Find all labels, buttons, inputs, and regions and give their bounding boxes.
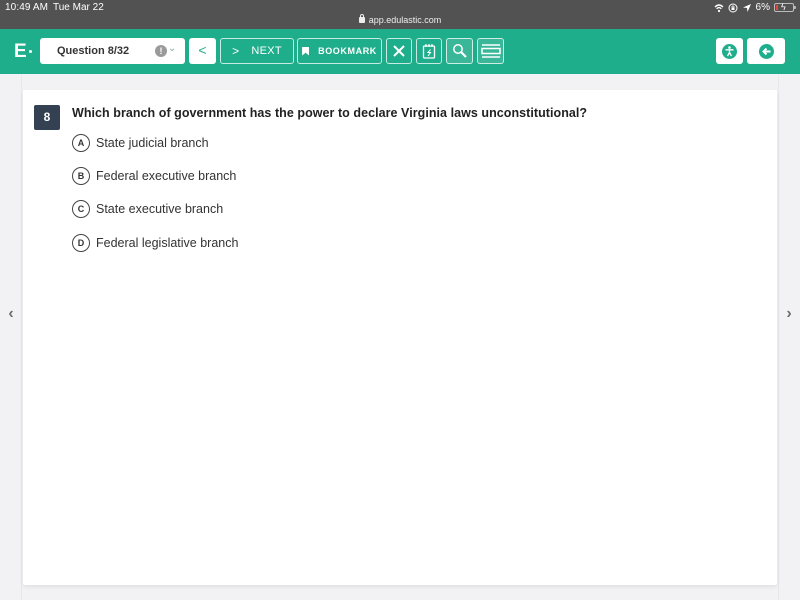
next-page-strip[interactable] xyxy=(778,74,800,600)
accessibility-icon xyxy=(722,43,737,59)
option-text: State executive branch xyxy=(96,202,224,216)
chevron-down-icon: ⌄ xyxy=(168,43,177,54)
option-text: Federal executive branch xyxy=(96,169,237,183)
close-icon xyxy=(393,45,405,57)
chevron-left-icon: < xyxy=(198,42,207,58)
magnifier-button[interactable] xyxy=(446,38,473,64)
lock-icon xyxy=(358,14,365,23)
option-letter-bubble[interactable]: A xyxy=(72,134,90,152)
location-icon xyxy=(742,3,751,12)
clock-time: 10:49 AM xyxy=(5,2,49,13)
battery-percent: 6% xyxy=(755,2,770,13)
edulastic-logo: E xyxy=(14,41,27,62)
answer-option-a[interactable]: A State judicial branch xyxy=(72,134,209,152)
notepad-icon xyxy=(422,44,436,59)
answer-option-c[interactable]: C State executive branch xyxy=(72,200,223,218)
option-text: Federal legislative branch xyxy=(96,236,239,250)
chevron-left-icon[interactable]: ‹ xyxy=(5,305,17,323)
chevron-right-icon[interactable]: › xyxy=(783,305,795,323)
ios-status-bar: 10:49 AM Tue Mar 22 app.edulastic.com 6%… xyxy=(0,0,800,29)
bookmark-label: BOOKMARK xyxy=(318,46,377,56)
exit-arrow-icon xyxy=(758,43,774,59)
calculator-button[interactable] xyxy=(416,38,442,64)
question-number-badge: 8 xyxy=(34,105,60,130)
option-letter-bubble[interactable]: D xyxy=(72,234,90,252)
bookmark-button[interactable]: BOOKMARK xyxy=(297,38,382,64)
exit-test-button[interactable] xyxy=(747,38,785,64)
previous-question-button[interactable]: < xyxy=(189,38,216,64)
question-select-dropdown[interactable]: Question 8/32 ! ⌄ xyxy=(40,38,185,64)
chevron-right-icon: > xyxy=(232,44,240,58)
exclamation-icon: ! xyxy=(155,45,167,57)
bookmark-icon xyxy=(302,46,310,56)
next-question-button[interactable]: > NEXT xyxy=(220,38,294,64)
prev-page-strip[interactable] xyxy=(0,74,22,600)
question-card xyxy=(23,90,777,585)
answer-option-d[interactable]: D Federal legislative branch xyxy=(72,234,238,252)
status-icons: 6% ϟ xyxy=(714,2,796,13)
option-letter-bubble[interactable]: C xyxy=(72,200,90,218)
clock-date: Tue Mar 22 xyxy=(53,2,104,13)
line-reader-icon xyxy=(480,44,501,58)
option-text: State judicial branch xyxy=(96,136,209,150)
question-select-value: Question 8/32 xyxy=(57,45,130,57)
address-bar[interactable]: app.edulastic.com xyxy=(0,14,800,25)
magnifier-icon xyxy=(452,44,467,58)
logo-dot xyxy=(29,50,32,53)
battery-charging-icon: ϟ xyxy=(774,2,796,12)
orientation-lock-icon xyxy=(728,3,738,12)
line-reader-button[interactable] xyxy=(477,38,504,64)
answer-eliminator-button[interactable] xyxy=(386,38,412,64)
answer-option-b[interactable]: B Federal executive branch xyxy=(72,167,236,185)
question-stem: Which branch of government has the power… xyxy=(72,106,588,120)
test-toolbar: E Question 8/32 ! ⌄ < > NEXT BOOKMARK xyxy=(0,29,800,74)
wifi-icon xyxy=(714,3,724,12)
accessibility-button[interactable] xyxy=(716,38,743,64)
url-text: app.edulastic.com xyxy=(368,15,442,25)
option-letter-bubble[interactable]: B xyxy=(72,167,90,185)
next-label: NEXT xyxy=(251,45,282,57)
